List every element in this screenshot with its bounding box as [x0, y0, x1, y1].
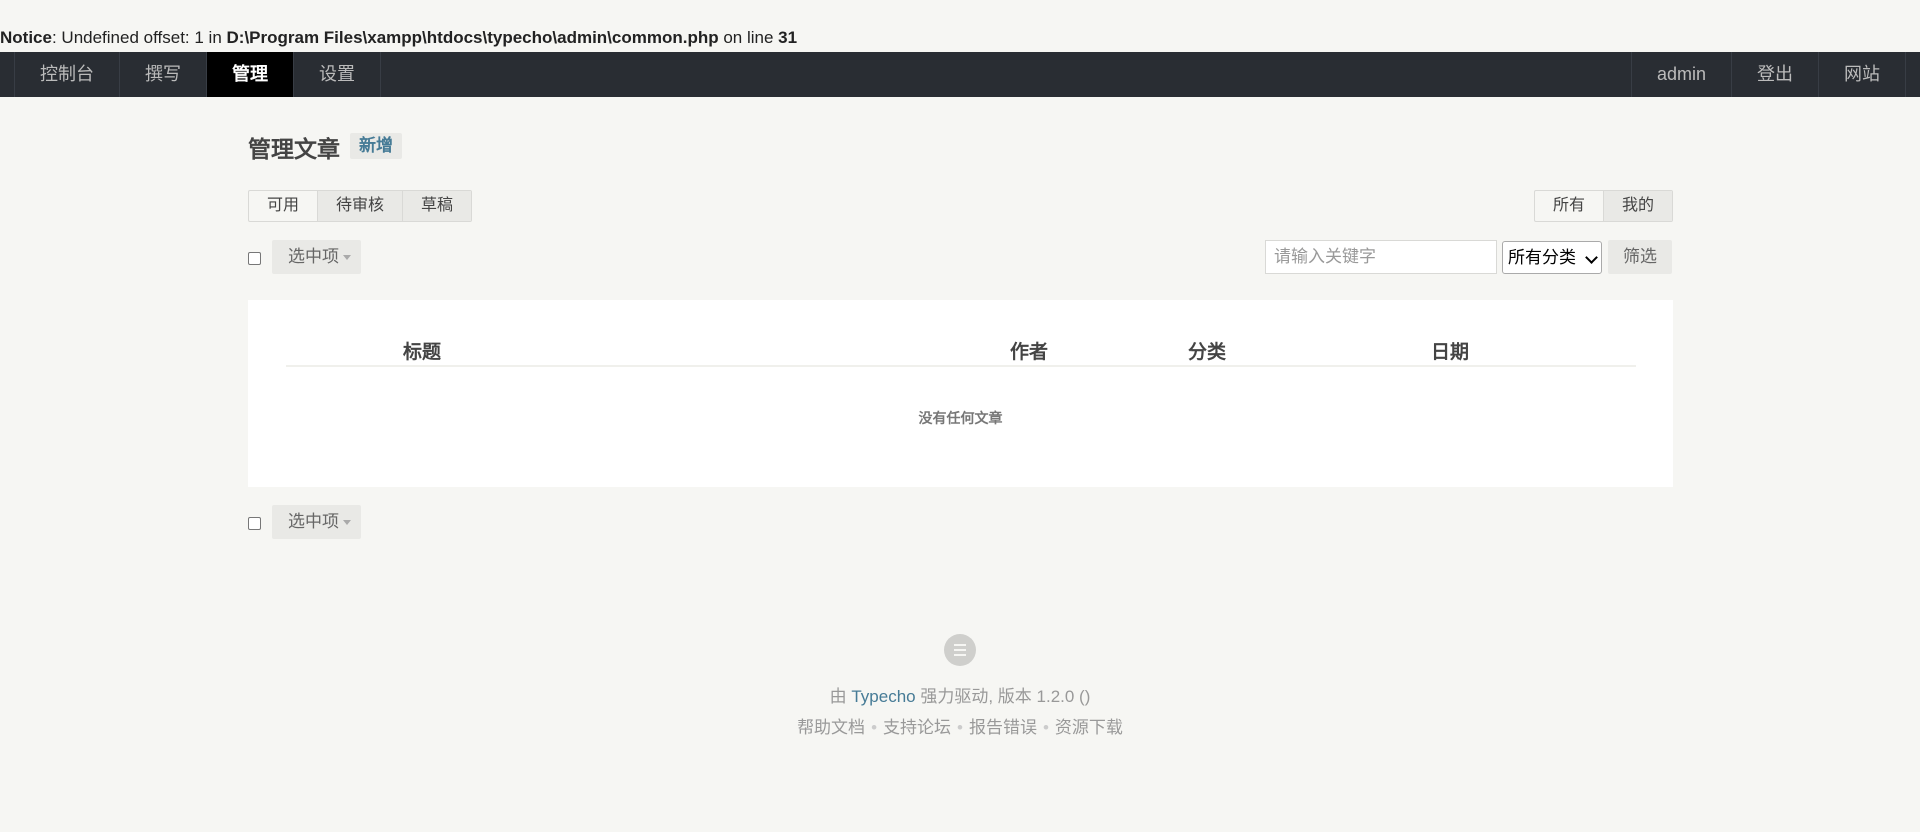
tab-pending[interactable]: 待审核	[317, 191, 403, 221]
tab-all[interactable]: 所有	[1535, 191, 1603, 221]
separator-dot: •	[957, 718, 963, 737]
notice-line: 31	[778, 28, 798, 47]
php-notice: Notice: Undefined offset: 1 in D:\Progra…	[0, 27, 797, 49]
search-input[interactable]	[1265, 240, 1497, 274]
column-category: 分类	[1188, 342, 1227, 363]
caret-down-icon	[343, 255, 351, 261]
bulk-action-label: 选中项	[288, 512, 339, 531]
powered-by: 由 Typecho 强力驱动, 版本 1.2.0 ()	[0, 682, 1920, 707]
help-docs-link[interactable]: 帮助文档	[797, 718, 865, 737]
notice-path: D:\Program Files\xampp\htdocs\typecho\ad…	[226, 28, 719, 47]
nav-item-site[interactable]: 网站	[1819, 52, 1906, 97]
column-author: 作者	[1010, 342, 1049, 363]
user-menu: admin 登出 网站	[1630, 52, 1906, 97]
bulk-action-label: 选中项	[288, 247, 339, 266]
nav-item-logout[interactable]: 登出	[1732, 52, 1819, 97]
notice-label: Notice	[0, 28, 52, 47]
report-bug-link[interactable]: 报告错误	[969, 718, 1037, 737]
status-tabs: 可用 待审核 草稿	[248, 190, 473, 222]
version-text: 强力驱动, 版本 1.2.0 ()	[915, 687, 1091, 706]
nav-item-manage[interactable]: 管理	[207, 52, 294, 97]
nav-item-user[interactable]: admin	[1632, 52, 1732, 97]
top-operations: 选中项 所有分类 筛选	[248, 240, 1673, 276]
column-title: 标题	[403, 342, 442, 363]
nav-item-dashboard[interactable]: 控制台	[15, 52, 120, 97]
powered-by-prefix: 由	[829, 687, 852, 706]
page-title: 管理文章	[248, 136, 340, 162]
posts-table: 标题 作者 分类 日期 没有任何文章	[248, 300, 1673, 487]
typecho-link[interactable]: Typecho	[851, 687, 915, 706]
chevron-down-icon	[1585, 251, 1598, 264]
select-all-checkbox[interactable]	[248, 252, 261, 265]
separator-dot: •	[1042, 718, 1049, 737]
tab-mine[interactable]: 我的	[1602, 191, 1672, 221]
bottom-operations: 选中项	[248, 505, 1673, 541]
bulk-action-dropdown-bottom[interactable]: 选中项	[272, 505, 361, 539]
category-select[interactable]: 所有分类	[1502, 241, 1602, 274]
add-post-button[interactable]: 新增	[350, 133, 402, 159]
select-all-checkbox-bottom[interactable]	[248, 517, 261, 530]
nav-item-settings[interactable]: 设置	[294, 52, 381, 97]
footer-links: 帮助文档 • 支持论坛 • 报告错误 • 资源下载	[0, 713, 1920, 738]
top-navbar: 控制台 撰写 管理 设置 admin 登出 网站	[0, 52, 1920, 97]
downloads-link[interactable]: 资源下载	[1055, 718, 1123, 737]
bulk-action-dropdown[interactable]: 选中项	[272, 240, 361, 274]
table-header: 标题 作者 分类 日期	[286, 327, 1636, 367]
category-select-value: 所有分类	[1508, 248, 1576, 267]
main-menu: 控制台 撰写 管理 设置	[14, 52, 381, 97]
tab-published[interactable]: 可用	[249, 191, 317, 221]
separator-dot: •	[871, 718, 878, 737]
notice-text: : Undefined offset: 1 in	[51, 28, 227, 47]
empty-table-message: 没有任何文章	[918, 410, 1003, 426]
filter-button[interactable]: 筛选	[1608, 240, 1672, 274]
nav-item-write[interactable]: 撰写	[120, 52, 207, 97]
column-date: 日期	[1431, 342, 1470, 363]
typecho-logo-icon	[944, 634, 976, 666]
scope-tabs: 所有 我的	[1533, 190, 1673, 222]
tab-drafts[interactable]: 草稿	[402, 191, 472, 221]
support-forum-link[interactable]: 支持论坛	[883, 718, 951, 737]
caret-down-icon	[343, 520, 351, 526]
notice-text-mid: on line	[718, 28, 779, 47]
